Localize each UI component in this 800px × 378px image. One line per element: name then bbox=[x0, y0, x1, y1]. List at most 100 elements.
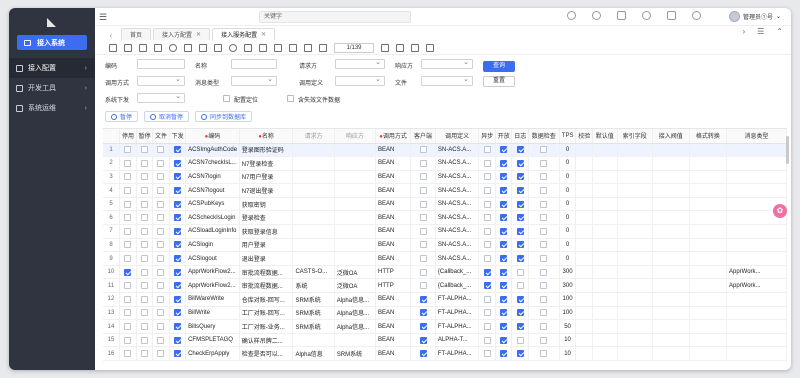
client-checkbox[interactable] bbox=[419, 146, 427, 154]
file-checkbox[interactable] bbox=[157, 187, 165, 195]
file-checkbox[interactable] bbox=[157, 173, 165, 181]
pause-checkbox[interactable] bbox=[140, 295, 148, 303]
call-def-cell[interactable]: SN-ACS.A... bbox=[435, 251, 480, 266]
verify-cell[interactable] bbox=[575, 292, 593, 307]
close-icon[interactable]: ✕ bbox=[261, 31, 266, 38]
add-row-icon[interactable] bbox=[411, 43, 419, 52]
verify-cell[interactable] bbox=[575, 319, 593, 334]
name-cell[interactable]: 审批流程数据... bbox=[239, 278, 294, 294]
pause-checkbox[interactable] bbox=[140, 282, 148, 290]
table-row[interactable]: 9 ACSlogout 退出登录 BEAN SN-ACS.A... 0 bbox=[103, 251, 787, 266]
disable-checkbox[interactable] bbox=[124, 241, 132, 249]
delete-icon[interactable] bbox=[154, 43, 162, 52]
default-cell[interactable] bbox=[592, 278, 618, 294]
log-checkbox[interactable] bbox=[516, 295, 524, 303]
async-checkbox[interactable] bbox=[483, 336, 491, 344]
call-method-cell[interactable]: BEAN bbox=[375, 333, 412, 348]
msg-type-cell[interactable] bbox=[726, 170, 787, 185]
system-switch-button[interactable]: 接入系统 bbox=[17, 35, 87, 50]
call-method-cell[interactable]: BEAN bbox=[375, 143, 412, 158]
user-icon[interactable] bbox=[124, 43, 132, 52]
open-checkbox[interactable] bbox=[500, 309, 508, 317]
call-def-cell[interactable]: SN-ACS.A... bbox=[435, 143, 480, 158]
client-checkbox[interactable] bbox=[419, 187, 427, 195]
verify-cell[interactable] bbox=[575, 333, 593, 348]
row-number[interactable]: 15 bbox=[103, 333, 121, 348]
index-cell[interactable] bbox=[617, 265, 653, 280]
requester-cell[interactable]: SRM系统 bbox=[292, 292, 335, 307]
column-header[interactable]: 停用 bbox=[119, 129, 137, 144]
responder-cell[interactable] bbox=[334, 183, 377, 198]
default-cell[interactable] bbox=[592, 224, 618, 239]
code-cell[interactable]: ACSPubKeys bbox=[185, 197, 240, 212]
async-checkbox[interactable] bbox=[483, 159, 491, 167]
info-icon[interactable] bbox=[567, 11, 576, 20]
msg-type-cell[interactable] bbox=[726, 156, 787, 171]
column-header[interactable]: ●编码 bbox=[185, 129, 240, 144]
log-checkbox[interactable] bbox=[516, 282, 524, 290]
tab-access-service-config[interactable]: 接入服务配置 ✕ bbox=[212, 28, 276, 40]
help-icon[interactable] bbox=[169, 43, 177, 52]
file-checkbox[interactable] bbox=[157, 214, 165, 222]
send-checkbox[interactable] bbox=[173, 295, 181, 303]
call-method-cell[interactable]: BEAN bbox=[375, 346, 412, 361]
client-checkbox[interactable] bbox=[419, 268, 427, 276]
index-cell[interactable] bbox=[617, 251, 653, 266]
verify-cell[interactable] bbox=[575, 183, 593, 198]
call-def-cell[interactable]: {Callback_... bbox=[435, 265, 480, 280]
call-def-cell[interactable]: FT-ALPHA... bbox=[435, 346, 480, 361]
disable-checkbox[interactable] bbox=[124, 350, 132, 358]
tps-cell[interactable]: 0 bbox=[559, 251, 577, 266]
disable-checkbox[interactable] bbox=[124, 146, 132, 154]
send-checkbox[interactable] bbox=[173, 227, 181, 235]
open-checkbox[interactable] bbox=[500, 336, 508, 344]
responder-cell[interactable] bbox=[334, 333, 377, 348]
client-checkbox[interactable] bbox=[419, 295, 427, 303]
index-cell[interactable] bbox=[617, 170, 653, 185]
call-def-cell[interactable]: {Callback_... bbox=[435, 278, 480, 294]
tab-scroll-right-icon[interactable]: › bbox=[742, 27, 745, 36]
row-number[interactable]: 1 bbox=[103, 143, 121, 158]
name-cell[interactable]: 登录检查 bbox=[239, 210, 294, 226]
threshold-cell[interactable] bbox=[652, 197, 690, 212]
async-checkbox[interactable] bbox=[483, 350, 491, 358]
index-cell[interactable] bbox=[617, 319, 653, 334]
disable-checkbox[interactable] bbox=[124, 295, 132, 303]
responder-cell[interactable] bbox=[334, 251, 377, 266]
threshold-cell[interactable] bbox=[652, 143, 690, 158]
index-cell[interactable] bbox=[617, 143, 653, 158]
responder-cell[interactable] bbox=[334, 170, 377, 185]
pause-checkbox[interactable] bbox=[140, 227, 148, 235]
pause-checkbox[interactable] bbox=[140, 322, 148, 330]
log-checkbox[interactable] bbox=[516, 268, 524, 276]
async-checkbox[interactable] bbox=[483, 255, 491, 262]
open-checkbox[interactable] bbox=[500, 173, 508, 181]
client-checkbox[interactable] bbox=[419, 159, 427, 167]
pause-checkbox[interactable] bbox=[140, 268, 148, 276]
call-method-cell[interactable]: HTTP bbox=[375, 265, 412, 280]
call-def-cell[interactable]: FT-ALPHA... bbox=[435, 292, 480, 307]
format-cell[interactable] bbox=[689, 292, 727, 307]
expand-icon[interactable] bbox=[617, 11, 626, 20]
file-checkbox[interactable] bbox=[157, 336, 165, 344]
table-row[interactable]: 4 ACSN7logout N7退出登录 BEAN SN-ACS.A... 0 bbox=[103, 183, 787, 198]
responder-cell[interactable] bbox=[334, 210, 377, 226]
call-method-cell[interactable]: BEAN bbox=[375, 224, 412, 239]
column-header[interactable]: 异步 bbox=[478, 129, 496, 144]
index-cell[interactable] bbox=[617, 197, 653, 212]
requester-cell[interactable] bbox=[292, 143, 335, 158]
pause-checkbox[interactable] bbox=[140, 309, 148, 317]
pause-checkbox[interactable] bbox=[140, 336, 148, 344]
search-icon[interactable] bbox=[229, 43, 237, 52]
default-cell[interactable] bbox=[592, 156, 618, 171]
msg-type-cell[interactable] bbox=[726, 333, 787, 348]
log-checkbox[interactable] bbox=[516, 200, 524, 208]
column-header[interactable]: 文件 bbox=[152, 129, 170, 144]
responder-cell[interactable]: 泛微OA bbox=[334, 278, 377, 294]
index-cell[interactable] bbox=[617, 156, 653, 171]
default-cell[interactable] bbox=[592, 333, 618, 348]
pause-button[interactable]: 暂停 bbox=[105, 111, 139, 122]
tab-list-icon[interactable]: ☰ bbox=[757, 27, 764, 36]
async-checkbox[interactable] bbox=[483, 187, 491, 195]
requester-cell[interactable]: Alpha信息 bbox=[292, 346, 335, 361]
